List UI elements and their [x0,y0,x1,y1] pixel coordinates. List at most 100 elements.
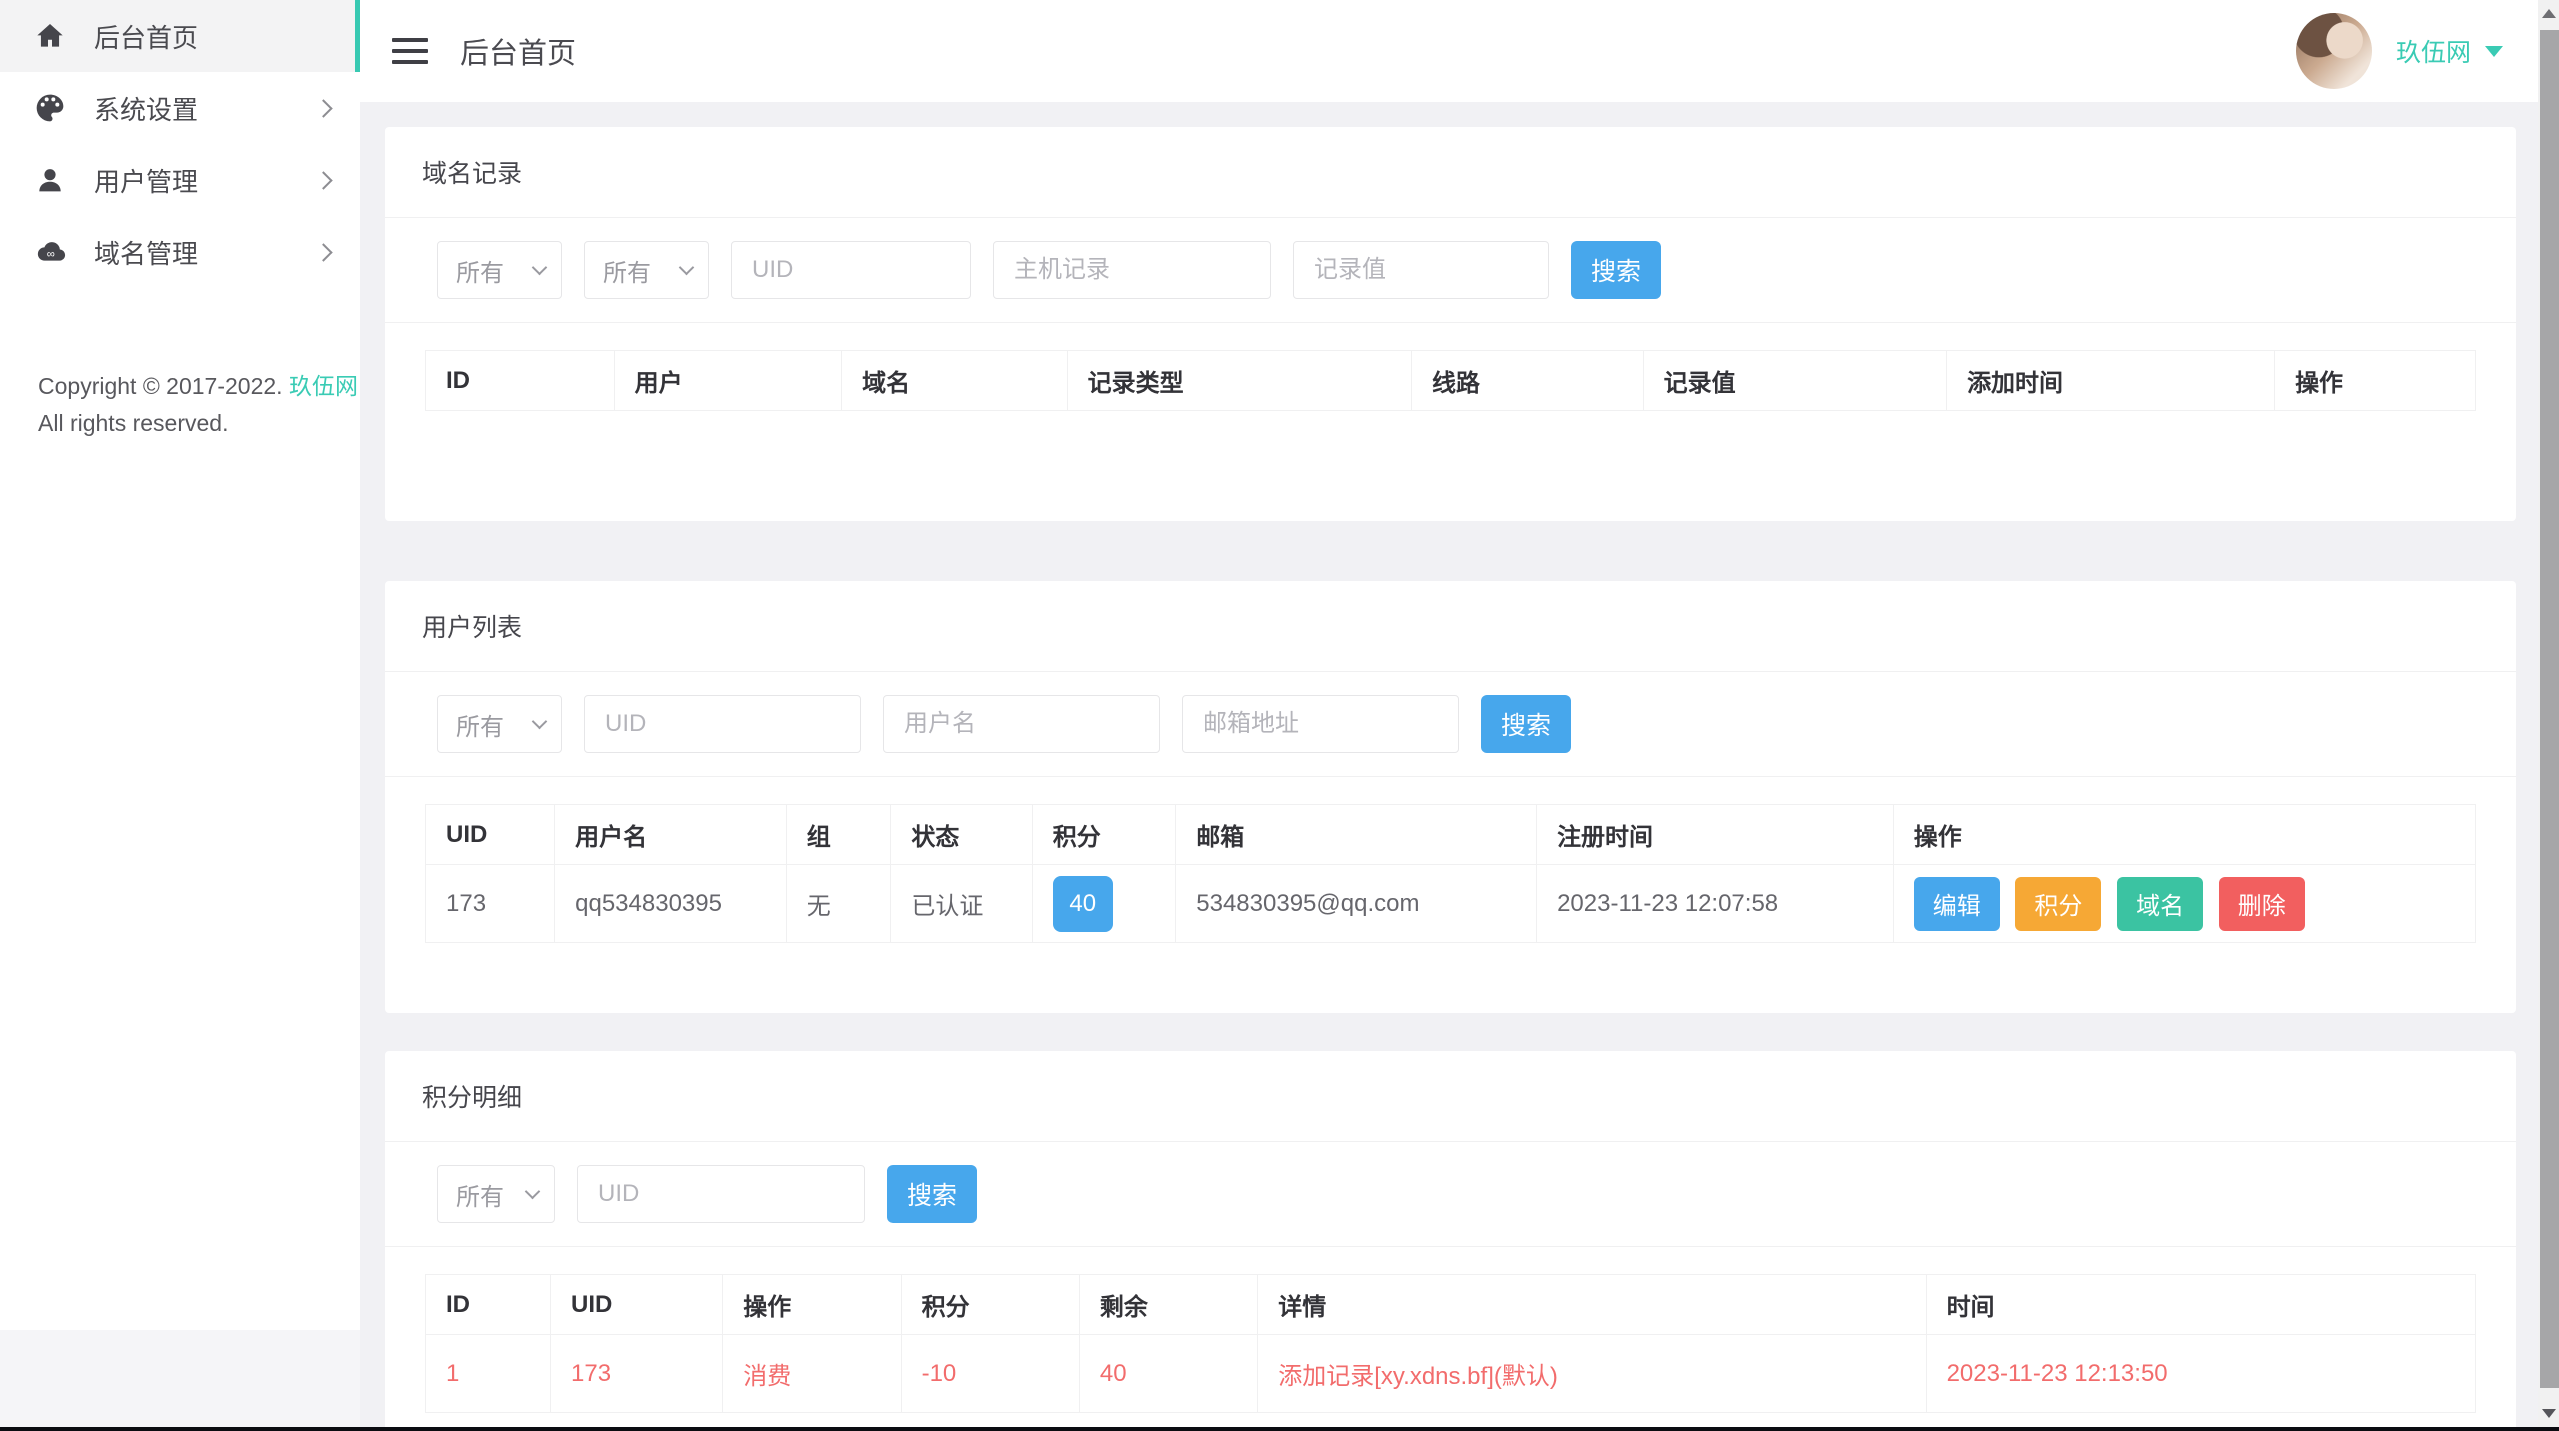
sidebar: 后台首页 系统设置 用户管理 ∞ 域名管理 Copyright © 2017-2… [0,0,360,1330]
table-header-row: ID UID 操作 积分 剩余 详情 时间 [424,1274,2477,1335]
user-group-select[interactable]: 所有 [437,695,562,753]
cell-uid: 173 [424,864,556,943]
scroll-up-icon[interactable] [2538,0,2559,28]
uid-input[interactable] [731,241,971,299]
sidebar-item-user-management[interactable]: 用户管理 [0,144,360,216]
cell-email: 534830395@qq.com [1175,864,1538,943]
sidebar-item-label: 用户管理 [94,166,199,197]
col-line: 线路 [1411,350,1644,411]
domain-button[interactable]: 域名 [2117,876,2204,931]
scroll-down-icon[interactable] [2538,1399,2559,1427]
sidebar-item-home[interactable]: 后台首页 [0,0,360,72]
email-input[interactable] [1182,695,1459,753]
record-line-select[interactable]: 所有 [584,241,709,299]
cell-reg-time: 2023-11-23 12:07:58 [1536,864,1894,943]
chevron-down-icon [678,259,695,275]
chevron-down-icon [524,1183,541,1199]
cell-username: qq534830395 [554,864,787,943]
uid-input[interactable] [577,1165,865,1223]
record-type-select[interactable]: 所有 [437,241,562,299]
card-title: 积分明细 [422,1084,523,1112]
points-button[interactable]: 积分 [2015,876,2102,931]
scrollbar[interactable] [2538,0,2559,1427]
cell-status: 已认证 [890,864,1033,943]
points-detail-table: ID UID 操作 积分 剩余 详情 时间 1 173 消费 -10 40 添加… [424,1274,2477,1413]
chevron-down-icon [531,259,548,275]
col-operation: 操作 [722,1274,902,1335]
chevron-right-icon [314,98,333,118]
delete-button[interactable]: 删除 [2218,876,2305,931]
col-reg-time: 注册时间 [1536,804,1894,865]
user-list-table: UID 用户名 组 状态 积分 邮箱 注册时间 操作 173 qq5348303… [424,804,2477,943]
col-uid: UID [424,804,556,865]
search-button[interactable]: 搜索 [1481,695,1571,753]
points-detail-card: 积分明细 所有 搜索 ID UID 操作 [385,1051,2516,1431]
cell-group: 无 [785,864,892,943]
sidebar-item-system-settings[interactable]: 系统设置 [0,72,360,144]
cell-points: 40 [1031,864,1177,943]
points-type-select[interactable]: 所有 [437,1165,555,1223]
copyright: Copyright © 2017-2022. 玖伍网 All rights re… [0,288,360,442]
col-time: 时间 [1925,1274,2477,1335]
scrollbar-thumb[interactable] [2540,30,2559,1388]
col-detail: 详情 [1257,1274,1927,1335]
sidebar-item-label: 域名管理 [94,238,199,269]
table-row: 173 qq534830395 无 已认证 40 534830395@qq.co… [424,864,2477,943]
username: 玖伍网 [2395,39,2471,67]
sidebar-item-label: 后台首页 [94,22,199,53]
palette-icon [34,92,66,124]
table-header-row: ID 用户 域名 记录类型 线路 记录值 添加时间 操作 [425,350,2476,411]
home-icon [34,20,66,52]
col-add-time: 添加时间 [1946,350,2276,411]
search-button[interactable]: 搜索 [887,1165,977,1223]
empty-table-space [425,411,2476,467]
divider [385,776,2516,777]
username-input[interactable] [883,695,1160,753]
col-id: ID [424,1274,552,1335]
brand-link[interactable]: 玖伍网 [289,373,358,399]
card-title: 用户列表 [422,614,523,642]
host-record-input[interactable] [993,241,1271,299]
main-content: 域名记录 所有 所有 搜索 [360,102,2559,1431]
col-record-value: 记录值 [1642,350,1948,411]
avatar[interactable] [2295,13,2372,89]
table-row: 1 173 消费 -10 40 添加记录[xy.xdns.bf](默认) 202… [424,1334,2477,1413]
domain-records-table: ID 用户 域名 记录类型 线路 记录值 添加时间 操作 [425,350,2476,467]
cell-remaining: 40 [1078,1334,1259,1413]
cell-points: -10 [900,1334,1080,1413]
edit-button[interactable]: 编辑 [1913,876,2000,931]
col-user: 用户 [613,350,843,411]
copyright-text: Copyright © 2017-2022. [38,373,283,399]
cloud-icon: ∞ [34,236,66,268]
cell-operation: 消费 [722,1334,902,1413]
col-domain: 域名 [841,350,1068,411]
col-points: 积分 [1031,804,1177,865]
cell-id: 1 [424,1334,552,1413]
col-email: 邮箱 [1175,804,1538,865]
cell-detail: 添加记录[xy.xdns.bf](默认) [1257,1334,1927,1413]
col-actions: 操作 [1892,804,2477,865]
record-value-input[interactable] [1293,241,1549,299]
search-button[interactable]: 搜索 [1571,241,1661,299]
cell-uid: 173 [550,1334,724,1413]
divider [385,1246,2516,1247]
menu-toggle-icon[interactable] [392,31,428,71]
col-uid: UID [550,1274,724,1335]
sidebar-item-domain-management[interactable]: ∞ 域名管理 [0,216,360,288]
user-list-card: 用户列表 所有 搜索 UID 用户名 [385,581,2516,1013]
col-group: 组 [785,804,892,865]
page-title: 后台首页 [460,38,577,70]
domain-records-card: 域名记录 所有 所有 搜索 [385,127,2516,521]
caret-down-icon [2485,45,2503,57]
domain-records-filters: 所有 所有 搜索 [385,218,2516,322]
points-badge[interactable]: 40 [1052,875,1113,932]
uid-input[interactable] [584,695,861,753]
col-points: 积分 [900,1274,1080,1335]
svg-text:∞: ∞ [47,249,55,261]
user-icon [34,164,66,196]
topbar: 后台首页 玖伍网 [360,0,2559,102]
chevron-down-icon [531,713,548,729]
user-menu[interactable]: 玖伍网 [2295,13,2503,89]
col-actions: 操作 [2274,350,2476,411]
cell-time: 2023-11-23 12:13:50 [1925,1334,2477,1413]
